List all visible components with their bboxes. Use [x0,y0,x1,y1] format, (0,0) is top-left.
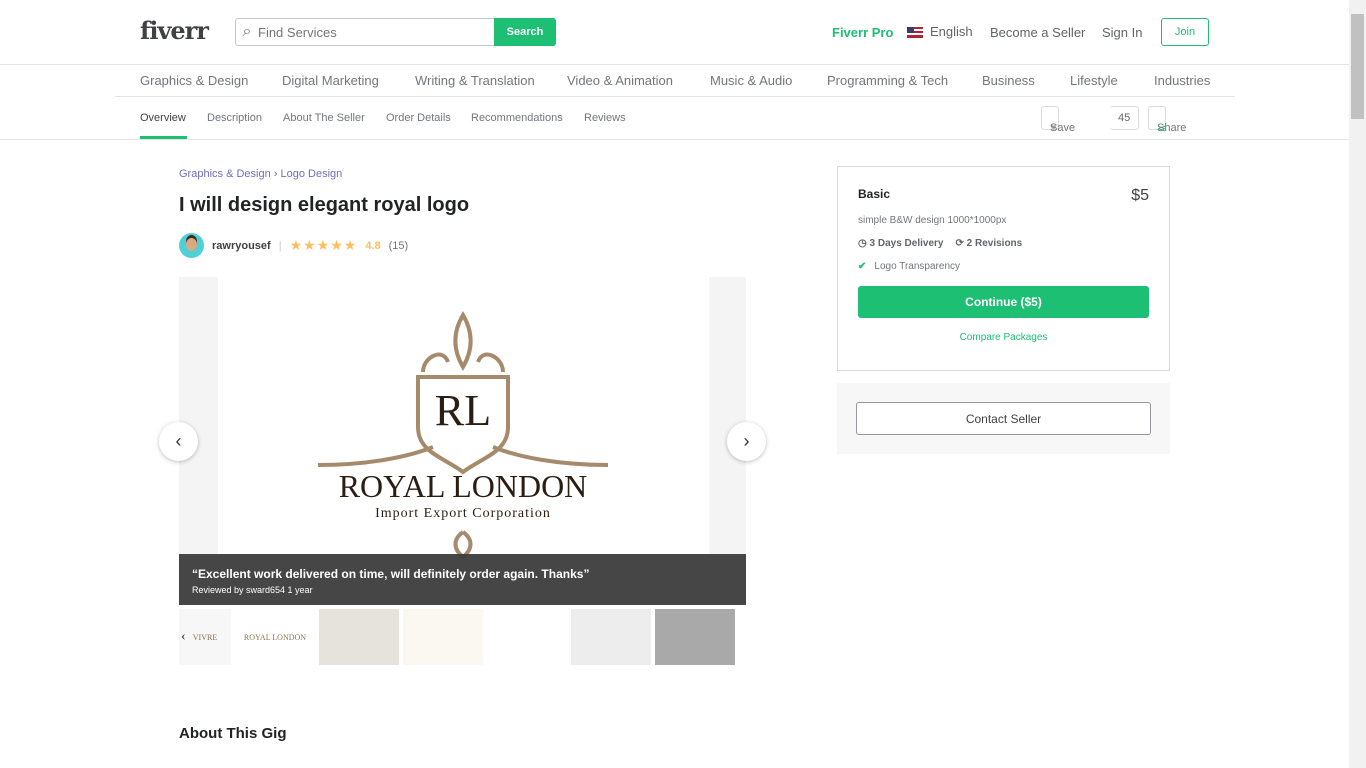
feature-item: Logo Transparency [874,261,961,272]
avatar[interactable] [179,233,204,258]
contact-panel: Contact Seller [837,383,1170,454]
package-name: Basic [858,187,891,201]
package-card: Basic $5 simple B&W design 1000*1000px ◷ … [837,166,1170,371]
category-nav: Graphics & Design Digital Marketing Writ… [115,65,1235,97]
rating-value: 4.8 [365,239,381,252]
thumbnail[interactable] [655,609,735,665]
tab-recommendations[interactable]: Recommendations [471,112,563,124]
review-author: Reviewed by sward654 1 year [192,585,313,595]
search-icon: ⌕ [242,23,252,40]
compare-packages-link[interactable]: Compare Packages [858,332,1149,343]
chevron-left-icon[interactable]: ‹ [181,629,186,645]
gig-title: I will design elegant royal logo [179,194,470,216]
gig-gallery: RL ROYAL LONDON Import Export Corporatio… [179,277,746,605]
tab-reviews[interactable]: Reviews [584,112,626,124]
save-button[interactable]: ♥ Save [1041,106,1075,134]
package-price: $5 [1131,187,1149,204]
category-graphics-design[interactable]: Graphics & Design [140,73,248,88]
refresh-icon: ⟳ [955,238,964,249]
delivery-time: 3 Days Delivery [869,238,944,249]
category-video-animation[interactable]: Video & Animation [567,73,673,88]
continue-button[interactable]: Continue ($5) [858,286,1149,318]
share-button[interactable]: ⋖ Share [1148,106,1186,135]
search-bar: ⌕ Search [235,18,556,46]
check-icon: ✔ [858,261,867,272]
divider: | [278,239,282,252]
gallery-next-button[interactable]: › [727,422,766,461]
thumbnail[interactable] [571,609,651,665]
save-count: 45 [1110,106,1140,130]
category-programming-tech[interactable]: Programming & Tech [827,73,948,88]
thumbnail[interactable]: ROYAL LONDON [235,609,315,665]
gallery-prev-button[interactable]: ‹ [159,422,198,461]
star-rating-icons: ★★★★★ [289,237,358,253]
thumbnail-strip: VIVRE ‹ ROYAL LONDON [179,609,735,665]
category-music-audio[interactable]: Music & Audio [710,73,792,88]
clock-icon: ◷ [858,238,867,249]
breadcrumb: Graphics & Design › Logo Design [179,168,343,180]
breadcrumb-logo-design[interactable]: Logo Design [281,168,343,180]
tab-about-seller[interactable]: About The Seller [283,112,365,124]
fiverr-logo[interactable]: fiverr [140,16,209,45]
category-lifestyle[interactable]: Lifestyle [1070,73,1118,88]
contact-seller-button[interactable]: Contact Seller [856,402,1151,435]
tab-overview[interactable]: Overview [140,112,186,124]
chevron-right-icon: › [743,431,750,451]
join-button[interactable]: Join [1161,18,1209,46]
thumbnail[interactable] [487,609,567,665]
language-selector[interactable]: English [930,24,973,39]
logo-tagline: Import Export Corporation [375,506,551,521]
tab-description[interactable]: Description [207,112,262,124]
scrollbar[interactable] [1349,0,1366,768]
top-header: fiverr ⌕ Search Fiverr Pro English Becom… [0,0,1349,65]
scrollbar-thumb[interactable] [1351,14,1364,119]
gig-subnav: Overview Description About The Seller Or… [0,97,1349,140]
category-business[interactable]: Business [982,73,1035,88]
logo-monogram: RL [435,386,491,435]
thumbnail[interactable] [319,609,399,665]
category-industries[interactable]: Industries [1154,73,1210,88]
breadcrumb-graphics-design[interactable]: Graphics & Design [179,168,271,180]
review-overlay: “Excellent work delivered on time, will … [179,554,746,605]
share-label: Share [1157,122,1187,134]
become-seller-link[interactable]: Become a Seller [990,25,1085,40]
tab-order-details[interactable]: Order Details [386,112,451,124]
thumbnail-label: ROYAL LONDON [243,632,307,642]
search-button[interactable]: Search [494,18,556,46]
package-description: simple B&W design 1000*1000px [858,215,1007,226]
review-quote: “Excellent work delivered on time, will … [192,567,590,581]
sign-in-link[interactable]: Sign In [1102,25,1142,40]
thumbnail[interactable] [403,609,483,665]
revisions: 2 Revisions [966,238,1023,249]
save-label: Save [1050,122,1076,134]
active-tab-indicator [140,136,187,139]
logo-name: ROYAL LONDON [339,468,588,504]
seller-name[interactable]: rawryousef [212,240,271,252]
category-digital-marketing[interactable]: Digital Marketing [282,73,379,88]
thumbnail[interactable]: VIVRE ‹ [179,609,231,665]
about-gig-heading: About This Gig [179,725,287,742]
chevron-left-icon: ‹ [175,431,182,451]
category-writing-translation[interactable]: Writing & Translation [415,73,535,88]
rating-count[interactable]: (15) [389,240,409,252]
us-flag-icon [907,27,923,38]
seller-info: rawryousef | ★★★★★ 4.8 (15) [179,233,408,258]
search-input[interactable] [258,19,494,45]
thumbnail-label: VIVRE [192,632,218,642]
fiverr-pro-link[interactable]: Fiverr Pro [832,25,893,40]
